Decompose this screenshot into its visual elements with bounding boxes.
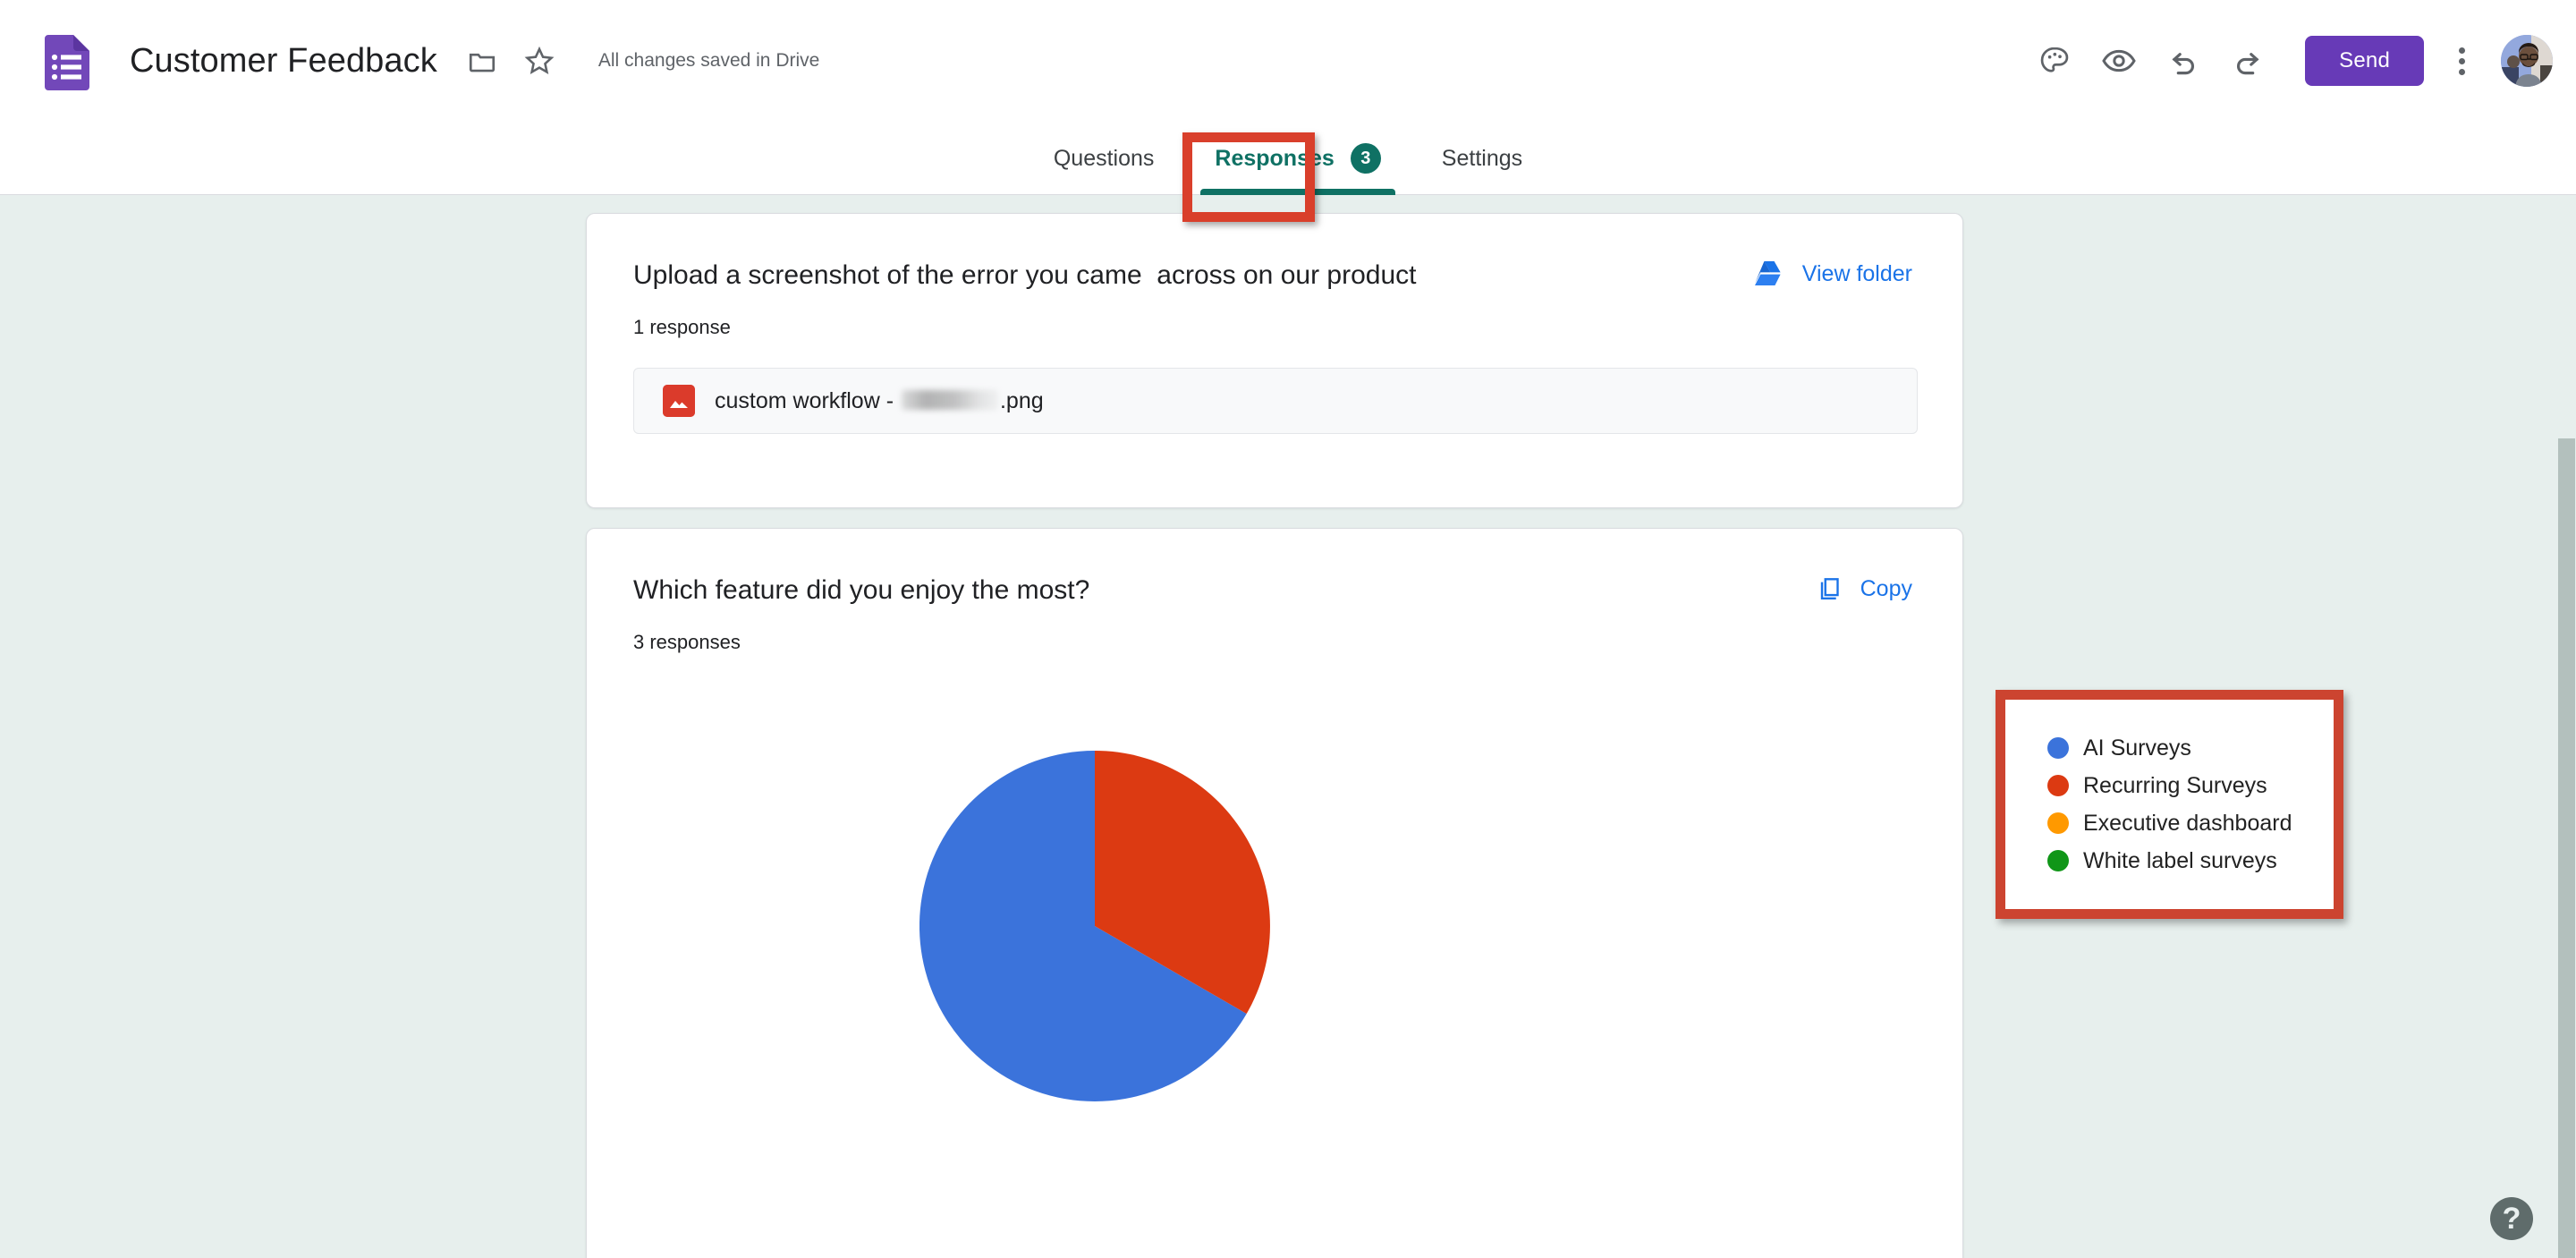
view-folder-button[interactable]: View folder	[1754, 259, 1912, 287]
responses-scroll-area[interactable]: Upload a screenshot of the error you cam…	[0, 195, 2576, 1258]
legend-color-swatch	[2047, 812, 2069, 834]
response-count: 1 response	[633, 315, 731, 338]
tab-questions-label: Questions	[1053, 145, 1155, 171]
copy-label: Copy	[1860, 575, 1912, 601]
uploaded-file-name: custom workflow - .png	[715, 388, 1044, 414]
help-button[interactable]: ?	[2490, 1197, 2533, 1240]
response-count: 3 responses	[633, 630, 741, 653]
legend-item-executive-dashboard[interactable]: Executive dashboard	[2047, 806, 2292, 840]
copy-button[interactable]: Copy	[1816, 574, 1912, 602]
legend-label: Recurring Surveys	[2083, 772, 2267, 798]
google-forms-icon[interactable]	[36, 30, 98, 92]
legend-color-swatch	[2047, 850, 2069, 871]
response-card-pie-chart: Which feature did you enjoy the most? Co…	[586, 528, 2292, 1258]
copy-icon	[1816, 575, 1843, 602]
image-file-icon	[663, 385, 695, 417]
avatar[interactable]	[2501, 35, 2553, 87]
kebab-more-icon[interactable]	[2436, 36, 2487, 86]
tab-questions[interactable]: Questions	[1023, 122, 1185, 195]
responses-count-badge: 3	[1350, 143, 1381, 174]
undo-icon[interactable]	[2151, 29, 2216, 93]
chart-legend: AI Surveys Recurring Surveys Executive d…	[2047, 731, 2292, 878]
redo-icon[interactable]	[2216, 29, 2280, 93]
star-outline-icon[interactable]	[514, 36, 564, 86]
legend-item-ai-surveys[interactable]: AI Surveys	[2047, 731, 2292, 765]
folder-icon[interactable]	[457, 36, 507, 86]
pie-slice-label-recurring: 33.3%	[1667, 916, 1731, 941]
legend-color-swatch	[2047, 775, 2069, 796]
scrollbar-thumb[interactable]	[2558, 438, 2575, 1258]
eye-preview-icon[interactable]	[2087, 29, 2151, 93]
legend-label: White label surveys	[2083, 847, 2277, 873]
form-tab-bar: Questions Responses 3 Settings	[0, 122, 2576, 195]
pie-chart-graphic[interactable]	[919, 751, 1270, 1101]
file-name-prefix: custom workflow -	[715, 387, 900, 413]
card-header: Which feature did you enjoy the most? Co…	[587, 529, 1962, 608]
question-title: Upload a screenshot of the error you cam…	[633, 260, 1417, 290]
google-drive-icon	[1754, 260, 1784, 287]
top-bar-actions: Send	[2022, 29, 2576, 93]
send-button[interactable]: Send	[2305, 36, 2424, 86]
redacted-filename-block	[901, 389, 998, 410]
legend-label: AI Surveys	[2083, 735, 2191, 761]
card-header: Upload a screenshot of the error you cam…	[587, 214, 1962, 293]
save-status-text: All changes saved in Drive	[597, 50, 820, 71]
uploaded-file-row[interactable]: custom workflow - .png	[633, 368, 1918, 434]
tab-responses-label: Responses	[1215, 145, 1335, 171]
legend-item-recurring-surveys[interactable]: Recurring Surveys	[2047, 769, 2292, 803]
tab-settings[interactable]: Settings	[1411, 122, 1553, 195]
color-palette-icon[interactable]	[2022, 29, 2087, 93]
top-app-bar: Customer Feedback All changes saved in D…	[0, 0, 2576, 122]
question-title: Which feature did you enjoy the most?	[633, 575, 1090, 605]
file-name-suffix: .png	[999, 387, 1044, 413]
legend-label: Executive dashboard	[2083, 810, 2292, 836]
tab-settings-label: Settings	[1441, 145, 1523, 171]
view-folder-label: View folder	[1801, 260, 1912, 286]
vertical-scrollbar[interactable]	[2556, 195, 2576, 1258]
pie-slice-label-ai: 66.7%	[1529, 1112, 1592, 1137]
legend-item-white-label-surveys[interactable]: White label surveys	[2047, 844, 2292, 878]
legend-color-swatch	[2047, 737, 2069, 759]
response-card-file-upload: Upload a screenshot of the error you cam…	[586, 213, 1963, 508]
page-title[interactable]: Customer Feedback	[130, 42, 437, 81]
tab-responses[interactable]: Responses 3	[1184, 122, 1411, 195]
pie-chart-figure: 33.3% 66.7% AI Surveys Recurring Surveys…	[587, 699, 2292, 1254]
